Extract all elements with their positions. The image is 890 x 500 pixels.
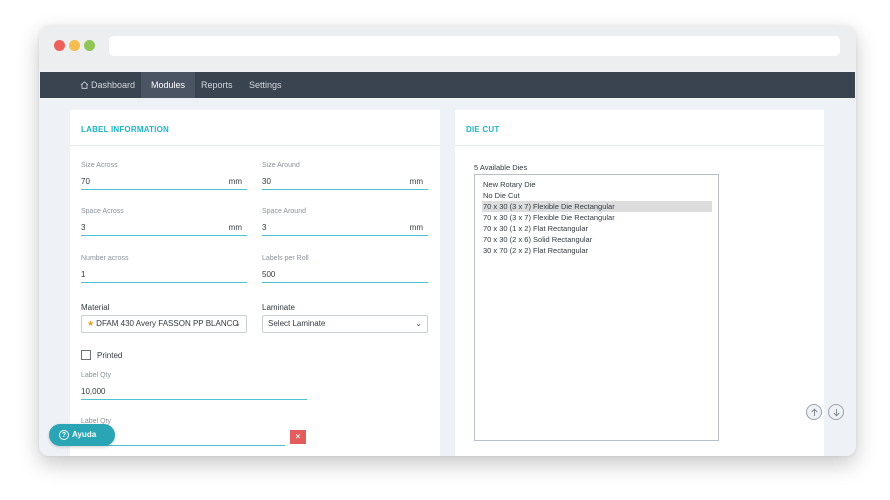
minimize-window-icon[interactable] [69, 40, 80, 51]
available-dies-count: 5 Available Dies [474, 163, 528, 172]
panel-divider [455, 145, 824, 146]
size-around-input[interactable]: 30 mm [262, 174, 428, 190]
address-bar[interactable] [109, 36, 840, 56]
laminate-value: Select Laminate [268, 319, 326, 328]
arrow-up-icon [811, 408, 818, 416]
scroll-up-button[interactable] [806, 404, 822, 420]
die-option[interactable]: New Rotary Die [482, 179, 712, 190]
printed-label: Printed [97, 351, 123, 360]
space-around-unit: mm [409, 223, 423, 232]
labels-per-roll-input[interactable]: 500 [262, 267, 428, 283]
label-information-panel: LABEL INFORMATION Size Across 70 mm Size… [70, 110, 440, 456]
space-across-label: Space Across [81, 208, 124, 215]
browser-window: Dashboard Modules Reports Settings LABEL… [39, 26, 856, 456]
laminate-label: Laminate [262, 303, 295, 312]
label-qty-value: 10,000 [81, 387, 106, 396]
home-icon [80, 81, 89, 89]
size-across-input[interactable]: 70 mm [81, 174, 247, 190]
space-across-value: 3 [81, 223, 86, 232]
size-across-label: Size Across [81, 162, 118, 169]
material-select[interactable]: ★ DFAM 430 Avery FASSON PP BLANCO ⌄ [81, 315, 247, 333]
nav-settings[interactable]: Settings [239, 72, 292, 98]
die-option[interactable]: 70 x 30 (1 x 2) Flat Rectangular [482, 223, 712, 234]
label-qty-label: Label Qty [81, 372, 111, 379]
die-option-selected[interactable]: 70 x 30 (3 x 7) Flexible Die Rectangular [482, 201, 712, 212]
die-option[interactable]: 70 x 30 (3 x 7) Flexible Die Rectangular [482, 212, 712, 223]
size-around-label: Size Around [262, 162, 300, 169]
nav-modules[interactable]: Modules [141, 72, 196, 98]
nav-modules-label: Modules [151, 80, 186, 90]
nav-reports[interactable]: Reports [191, 72, 243, 98]
help-button[interactable]: ? Ayuda [49, 424, 115, 446]
chevron-down-icon: ⌄ [234, 319, 241, 328]
number-across-input[interactable]: 1 [81, 267, 247, 283]
space-around-label: Space Around [262, 208, 306, 215]
space-around-value: 3 [262, 223, 267, 232]
die-cut-panel: DIE CUT 5 Available Dies New Rotary Die … [455, 110, 824, 456]
panel-divider [70, 145, 440, 146]
nav-dashboard-label: Dashboard [91, 80, 136, 90]
size-across-unit: mm [228, 177, 242, 186]
die-option[interactable]: 70 x 30 (2 x 6) Solid Rectangular [482, 234, 712, 245]
title-bar [39, 26, 856, 70]
size-around-unit: mm [409, 177, 423, 186]
delete-row-button[interactable]: × [290, 430, 306, 444]
labels-per-roll-label: Labels per Roll [262, 255, 309, 262]
maximize-window-icon[interactable] [84, 40, 95, 51]
material-label: Material [81, 303, 110, 312]
number-across-value: 1 [81, 270, 86, 279]
size-around-value: 30 [262, 177, 271, 186]
size-across-value: 70 [81, 177, 90, 186]
chevron-down-icon: ⌄ [415, 319, 422, 328]
labels-per-roll-value: 500 [262, 270, 276, 279]
laminate-select[interactable]: Select Laminate ⌄ [262, 315, 428, 333]
arrow-down-icon [833, 409, 840, 417]
scroll-down-button[interactable] [828, 404, 844, 420]
space-around-input[interactable]: 3 mm [262, 220, 428, 236]
help-icon: ? [59, 430, 69, 440]
die-cut-title: DIE CUT [466, 125, 500, 134]
nav-reports-label: Reports [201, 80, 233, 90]
space-across-input[interactable]: 3 mm [81, 220, 247, 236]
top-navbar: Dashboard Modules Reports Settings [40, 72, 855, 98]
die-option[interactable]: 30 x 70 (2 x 2) Flat Rectangular [482, 245, 712, 256]
nav-settings-label: Settings [249, 80, 282, 90]
material-value: DFAM 430 Avery FASSON PP BLANCO [96, 319, 239, 328]
label-qty-input[interactable]: 10,000 [81, 384, 307, 400]
die-option[interactable]: No Die Cut [482, 190, 712, 201]
help-label: Ayuda [72, 430, 97, 439]
close-window-icon[interactable] [54, 40, 65, 51]
printed-checkbox[interactable] [81, 350, 91, 360]
die-list[interactable]: New Rotary Die No Die Cut 70 x 30 (3 x 7… [474, 174, 719, 441]
label-information-title: LABEL INFORMATION [81, 125, 169, 134]
space-across-unit: mm [228, 223, 242, 232]
number-across-label: Number across [81, 255, 129, 262]
nav-dashboard[interactable]: Dashboard [70, 72, 145, 98]
star-icon: ★ [87, 319, 95, 328]
